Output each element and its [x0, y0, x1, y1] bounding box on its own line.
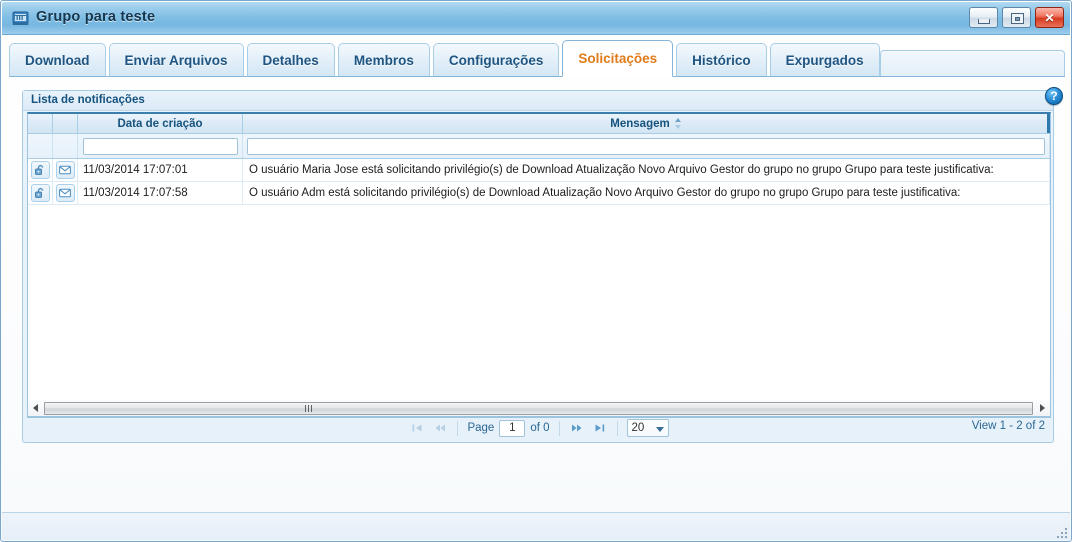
row-date: 11/03/2014 17:07:01 — [78, 159, 243, 181]
page-next-icon[interactable] — [569, 420, 586, 436]
unlock-icon[interactable] — [30, 184, 50, 202]
close-icon: ✕ — [1044, 10, 1055, 25]
tab-solicitacoes[interactable]: Solicitações — [562, 40, 674, 77]
row-message: O usuário Maria Jose está solicitando pr… — [243, 159, 1050, 181]
envelope-icon[interactable] — [55, 161, 75, 179]
tab-configuracoes[interactable]: Configurações — [432, 43, 560, 77]
close-button[interactable]: ✕ — [1035, 7, 1064, 28]
column-header-action1[interactable] — [28, 114, 53, 133]
filter-cell-action2 — [53, 134, 78, 158]
row-message: O usuário Adm está solicitando privilégi… — [243, 182, 1050, 204]
row-date: 11/03/2014 17:07:58 — [78, 182, 243, 204]
row-action-cell-2 — [53, 159, 78, 181]
tab-membros[interactable]: Membros — [337, 43, 430, 77]
pager-of-label: of 0 — [530, 422, 550, 434]
window-footer — [2, 512, 1070, 540]
page-last-icon[interactable] — [591, 420, 608, 436]
table-row[interactable]: 11/03/2014 17:07:58 O usuário Adm está s… — [28, 182, 1050, 205]
chevron-down-icon — [655, 427, 664, 432]
scrollbar-track[interactable] — [43, 401, 1035, 416]
window-title: Grupo para teste — [36, 9, 156, 25]
pager-view-count: View 1 - 2 of 2 — [971, 420, 1045, 432]
pager-divider-2 — [558, 420, 560, 436]
application-window: Grupo para teste ✕ Download Enviar Arqui… — [0, 0, 1072, 542]
tab-list: Download Enviar Arquivos Detalhes Membro… — [9, 40, 883, 77]
filter-cell-message — [243, 134, 1050, 158]
help-question-icon[interactable]: ? — [1045, 87, 1063, 105]
envelope-icon[interactable] — [55, 184, 75, 202]
filter-input-message[interactable] — [247, 137, 1045, 155]
tab-historico[interactable]: Histórico — [676, 43, 767, 77]
unlock-icon[interactable] — [30, 161, 50, 179]
tab-download[interactable]: Download — [9, 43, 106, 77]
window-controls: ✕ — [969, 7, 1064, 28]
row-action-cell-1 — [28, 159, 53, 181]
grid-horizontal-scrollbar[interactable] — [27, 400, 1051, 417]
tab-strip: Download Enviar Arquivos Detalhes Membro… — [9, 40, 1065, 77]
column-header-message[interactable]: Mensagem — [243, 114, 1050, 133]
scroll-grip-icon — [304, 404, 313, 412]
page-first-icon[interactable] — [409, 420, 426, 436]
column-header-date[interactable]: Data de criação — [78, 114, 243, 133]
pager-divider-3 — [616, 420, 618, 436]
scroll-left-arrow-icon[interactable] — [28, 401, 43, 416]
column-header-message-label: Mensagem — [610, 117, 670, 130]
minimize-button[interactable] — [969, 7, 998, 28]
resize-grip-icon[interactable] — [1055, 526, 1067, 538]
panel-header: Lista de notificações ? — [23, 87, 1063, 111]
grid-body: 11/03/2014 17:07:01 O usuário Maria Jose… — [28, 159, 1050, 399]
scrollbar-thumb[interactable] — [44, 401, 1033, 415]
pager-divider-1 — [457, 420, 459, 436]
column-header-action2[interactable] — [53, 114, 78, 133]
grid-filter-row — [28, 134, 1050, 159]
notifications-grid: Data de criação Mensagem 11/03/2014 17:0… — [27, 112, 1051, 418]
maximize-icon — [1011, 13, 1024, 24]
table-row[interactable]: 11/03/2014 17:07:01 O usuário Maria Jose… — [28, 159, 1050, 182]
panel-title: Lista de notificações — [31, 94, 145, 106]
row-action-cell-2 — [53, 182, 78, 204]
minimize-icon — [978, 19, 990, 24]
filter-input-date[interactable] — [82, 137, 238, 155]
grid-header-row: Data de criação Mensagem — [28, 114, 1050, 134]
scroll-right-arrow-icon[interactable] — [1035, 401, 1050, 416]
pager-page-size-value: 20 — [631, 422, 645, 434]
maximize-button[interactable] — [1002, 7, 1031, 28]
tab-enviar-arquivos[interactable]: Enviar Arquivos — [108, 43, 244, 77]
sort-both-icon[interactable] — [674, 118, 682, 129]
window-app-icon — [12, 10, 29, 26]
grid-pager: Page of 0 20 — [27, 417, 1051, 439]
filter-cell-date — [78, 134, 243, 158]
window-titlebar[interactable]: Grupo para teste ✕ — [2, 2, 1070, 35]
row-action-cell-1 — [28, 182, 53, 204]
tab-strip-filler — [880, 50, 1065, 76]
page-prev-icon[interactable] — [431, 420, 448, 436]
tab-detalhes[interactable]: Detalhes — [246, 43, 335, 77]
filter-cell-action1 — [28, 134, 53, 158]
pager-page-label: Page — [467, 422, 495, 434]
column-header-date-label: Data de criação — [117, 117, 203, 130]
pager-page-input[interactable] — [499, 419, 526, 437]
notifications-panel: Lista de notificações ? Data de criação … — [22, 87, 1063, 443]
tab-expurgados[interactable]: Expurgados — [769, 43, 880, 77]
pager-page-size-select[interactable]: 20 — [626, 419, 669, 437]
pager-controls: Page of 0 20 — [409, 419, 669, 437]
column-resize-handle[interactable] — [1047, 114, 1050, 133]
